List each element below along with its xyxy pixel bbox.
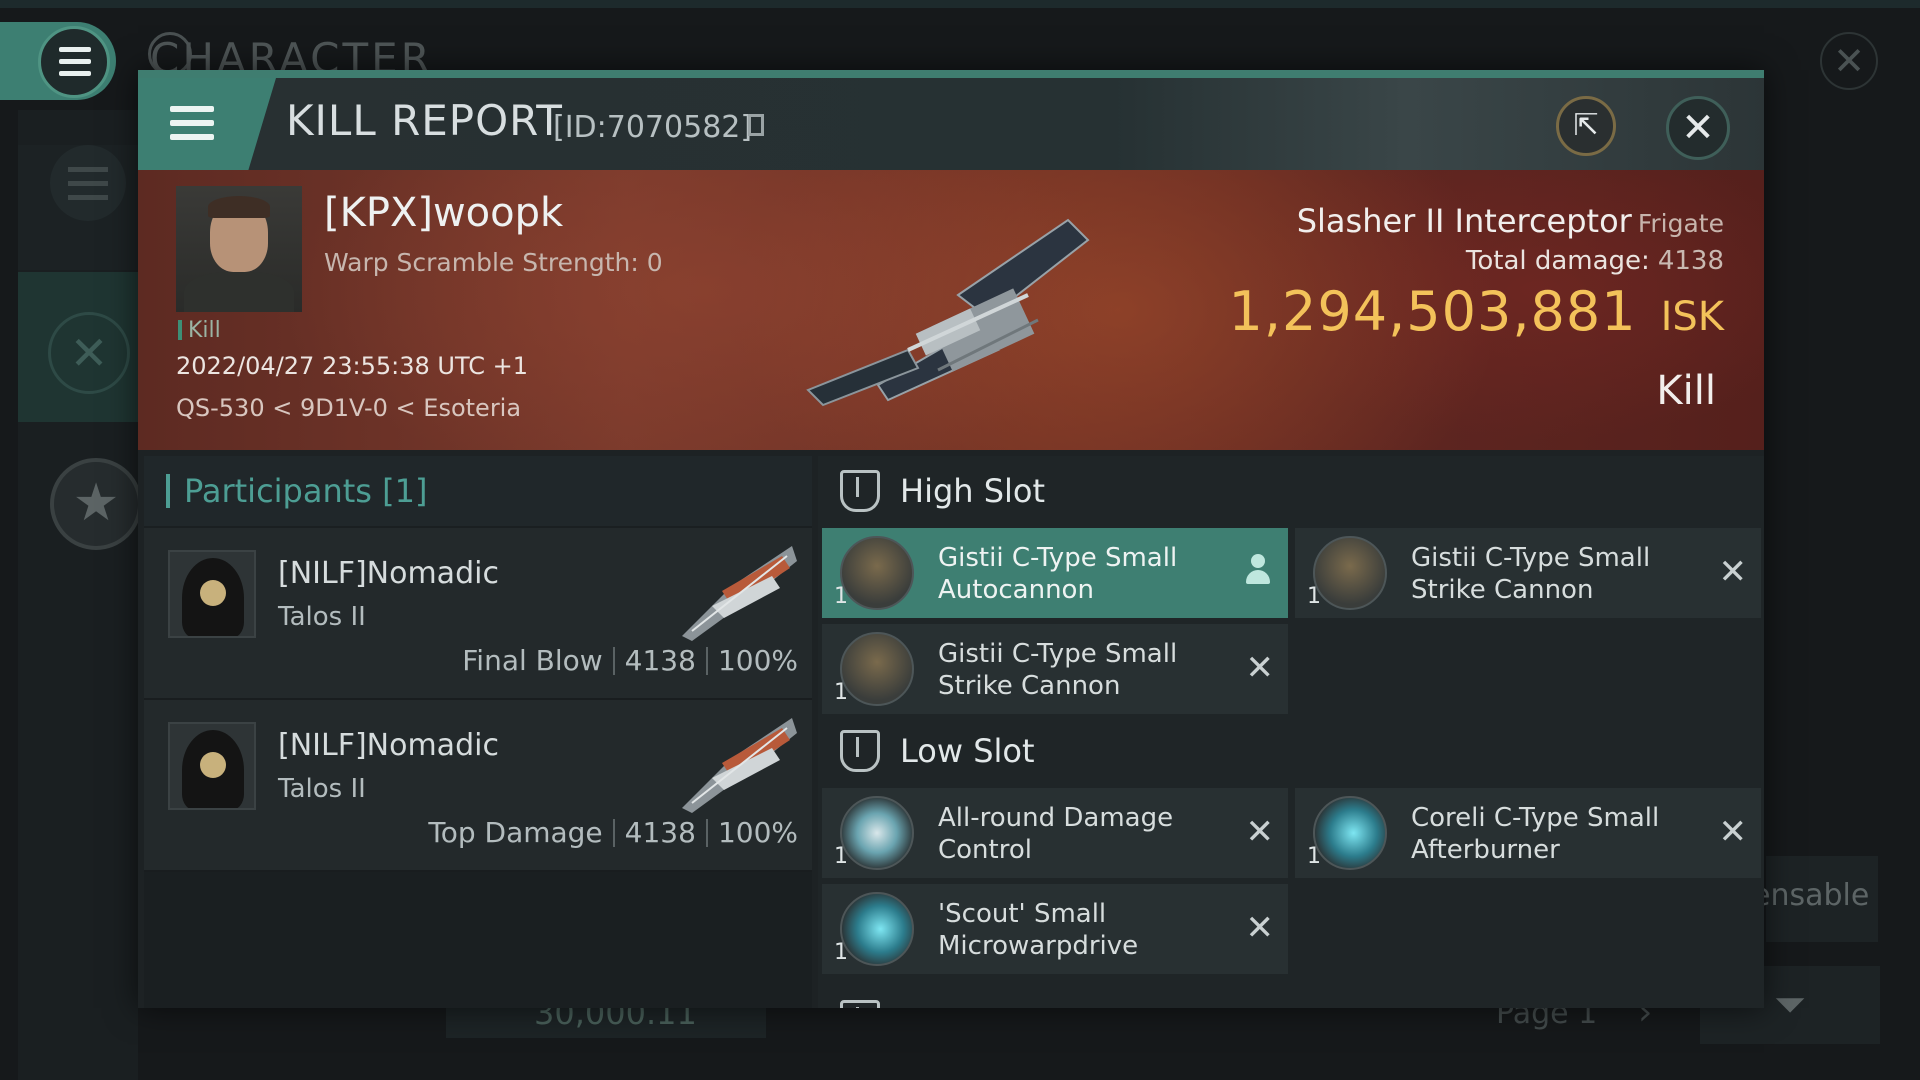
kill-result: Kill [1656, 368, 1716, 414]
module-name: Gistii C-Type Small Strike Cannon [938, 639, 1178, 701]
total-damage: Total damage: 4138 [1465, 246, 1724, 276]
destroyed-icon: ✕ [1245, 908, 1275, 948]
participant-ship: Talos II [278, 774, 366, 804]
kill-timestamp: 2022/04/27 23:55:38 UTC +1 [176, 352, 528, 380]
strike-cannon-icon [840, 632, 914, 706]
sidebar-item-list[interactable] [18, 145, 138, 270]
high-slot-icon [840, 470, 880, 512]
report-id: [ID:7070582] [553, 110, 753, 145]
crossed-swords-icon: ✕ [48, 312, 130, 394]
participant-stats: Top Damage 4138 100% [428, 816, 798, 849]
destroyed-icon: ✕ [1245, 648, 1275, 688]
isk-value: 1,294,503,881 ISK [1228, 280, 1724, 343]
participant-ship-image [682, 546, 797, 641]
participant-row[interactable]: [NILF]Nomadic Talos II Final Blow 4138 100… [144, 528, 812, 700]
high-slot-header: High Slot [818, 456, 1764, 526]
participant-percent: 100% [717, 816, 798, 849]
afterburner-icon [1313, 796, 1387, 870]
participants-title: Participants [1] [166, 472, 427, 510]
module-quantity: 1 [1307, 844, 1321, 869]
module-item[interactable]: 1 Gistii C-Type Small Strike Cannon ✕ [1295, 528, 1761, 618]
copy-icon[interactable] [748, 114, 764, 136]
module-quantity: 1 [834, 940, 848, 965]
mid-slot-header [818, 986, 1764, 1008]
participant-role: Final Blow [462, 644, 603, 677]
kill-tag: Kill [178, 318, 221, 343]
strike-cannon-icon [1313, 536, 1387, 610]
module-quantity: 1 [1307, 584, 1321, 609]
destroyed-icon: ✕ [1718, 552, 1748, 592]
victim-banner: [KPX]woopk Warp Scramble Strength: 0 Kil… [138, 170, 1764, 450]
module-name: All-round Damage Control [938, 803, 1174, 865]
participant-damage: 4138 [624, 816, 696, 849]
participant-name: [NILF]Nomadic [278, 556, 499, 591]
participant-ship-image [682, 718, 797, 813]
module-name: Coreli C-Type Small Afterburner [1411, 803, 1660, 865]
microwarpdrive-icon [840, 892, 914, 966]
participants-header: Participants [1] [144, 456, 812, 526]
module-quantity: 1 [834, 680, 848, 705]
low-slot-icon [840, 730, 880, 772]
share-button[interactable]: ⇱ [1556, 96, 1616, 156]
total-damage-value: 4138 [1657, 246, 1724, 276]
module-item[interactable]: 1 Coreli C-Type Small Afterburner ✕ [1295, 788, 1761, 878]
module-quantity: 1 [834, 844, 848, 869]
victim-name[interactable]: [KPX]woopk [324, 190, 563, 236]
person-icon [1246, 554, 1270, 588]
module-name: 'Scout' Small Microwarpdrive [938, 899, 1139, 961]
victim-ship-class: Frigate [1637, 209, 1724, 238]
list-icon [50, 145, 126, 221]
isk-unit: ISK [1660, 294, 1724, 340]
participant-avatar[interactable] [168, 722, 256, 810]
module-item[interactable]: 1 Gistii C-Type Small Strike Cannon ✕ [822, 624, 1288, 714]
module-quantity: 1 [834, 584, 848, 609]
destroyed-icon: ✕ [1718, 812, 1748, 852]
participant-avatar[interactable] [168, 550, 256, 638]
victim-ship-image [806, 218, 1090, 407]
module-item[interactable]: 1 All-round Damage Control ✕ [822, 788, 1288, 878]
victim-portrait[interactable] [176, 186, 302, 312]
participant-name: [NILF]Nomadic [278, 728, 499, 763]
dialog-accent-line [138, 70, 1764, 78]
autocannon-icon [840, 536, 914, 610]
hamburger-icon [38, 26, 110, 98]
participant-stats: Final Blow 4138 100% [462, 644, 798, 677]
module-name: Gistii C-Type Small Strike Cannon [1411, 543, 1651, 605]
module-item[interactable]: 1 Gistii C-Type Small Autocannon [822, 528, 1288, 618]
damage-control-icon [840, 796, 914, 870]
background-top-bar [0, 0, 1920, 8]
dialog-title: KILL REPORT [286, 96, 563, 145]
dialog-header: KILL REPORT [ID:7070582] ⇱ ✕ [138, 78, 1764, 170]
background-close-icon[interactable]: ✕ [1820, 32, 1878, 90]
low-slot-label: Low Slot [900, 732, 1035, 770]
participant-damage: 4138 [624, 644, 696, 677]
hamburger-icon [170, 106, 214, 112]
background-right-text: ensable [1752, 878, 1870, 913]
mid-slot-icon [840, 1000, 880, 1008]
sidebar-item-combat[interactable]: ✕ [18, 272, 138, 422]
participants-panel: Participants [1] [NILF]Nomadic Talos II … [144, 456, 812, 1008]
victim-ship-name[interactable]: Slasher II Interceptor Frigate [1297, 202, 1724, 240]
kill-location: QS-530 < 9D1V-0 < Esoteria [176, 394, 522, 422]
kill-report-dialog: KILL REPORT [ID:7070582] ⇱ ✕ [KPX]woopk … [138, 70, 1764, 1008]
module-item[interactable]: 1 'Scout' Small Microwarpdrive ✕ [822, 884, 1288, 974]
participant-role: Top Damage [428, 816, 603, 849]
module-name: Gistii C-Type Small Autocannon [938, 543, 1178, 605]
main-menu-button[interactable] [0, 22, 116, 100]
fitting-panel: High Slot 1 Gistii C-Type Small Autocanno… [818, 456, 1764, 1008]
participant-ship: Talos II [278, 602, 366, 632]
close-button[interactable]: ✕ [1666, 96, 1730, 160]
star-icon[interactable]: ★ [50, 458, 142, 550]
high-slot-label: High Slot [900, 472, 1046, 510]
dialog-menu-button[interactable] [138, 78, 276, 170]
participant-row[interactable]: [NILF]Nomadic Talos II Top Damage 4138 100… [144, 700, 812, 872]
warp-scramble-strength: Warp Scramble Strength: 0 [324, 248, 663, 277]
destroyed-icon: ✕ [1245, 812, 1275, 852]
low-slot-header: Low Slot [818, 716, 1764, 786]
participant-percent: 100% [717, 644, 798, 677]
